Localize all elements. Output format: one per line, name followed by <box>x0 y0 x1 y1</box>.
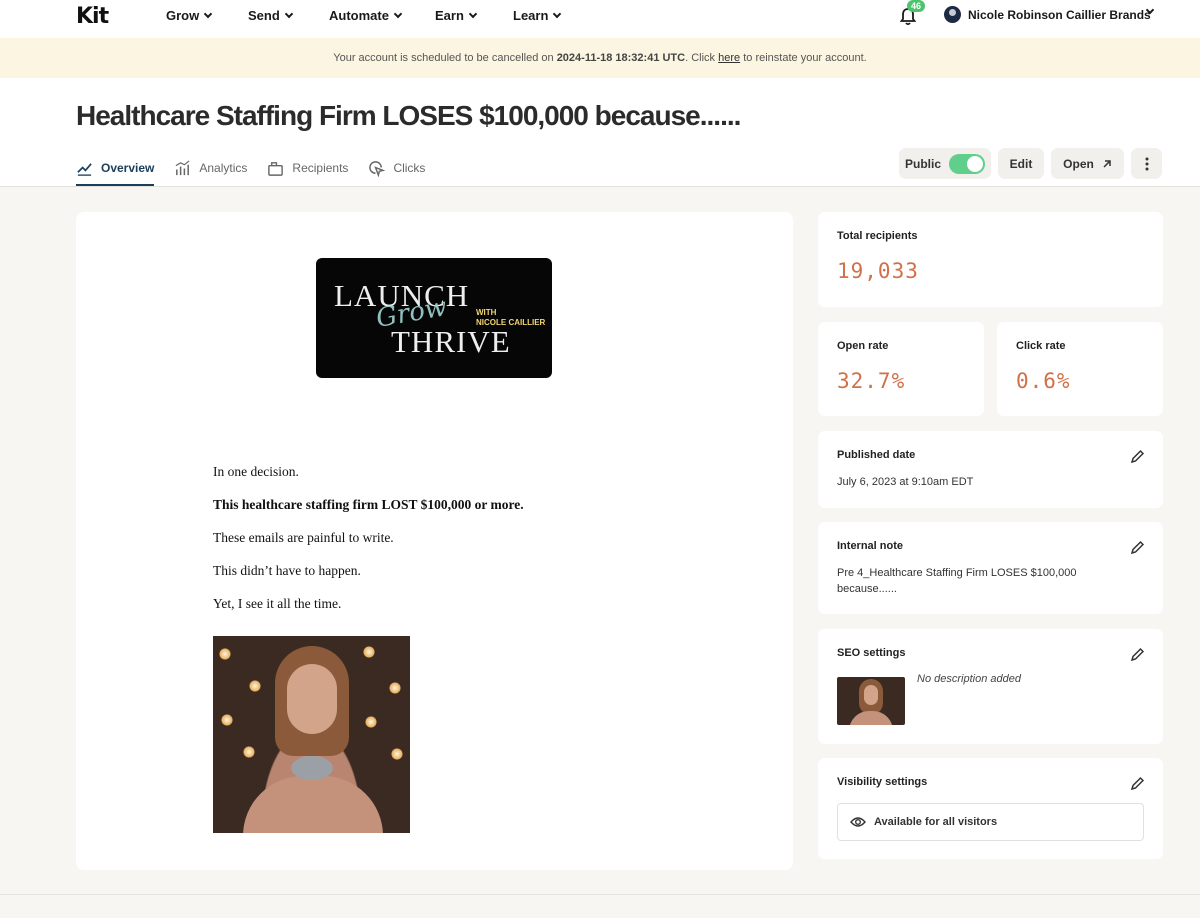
tab-overview[interactable]: Overview <box>76 158 155 186</box>
broadcast-header: Healthcare Staffing Firm LOSES $100,000 … <box>0 78 1200 187</box>
click-rate-label: Click rate <box>1016 340 1066 352</box>
nav-learn-label: Learn <box>513 8 549 23</box>
edit-label: Edit <box>1009 156 1033 171</box>
seo-settings-label: SEO settings <box>837 647 906 659</box>
nav-earn-label: Earn <box>435 8 464 23</box>
more-options-button[interactable] <box>1131 148 1162 179</box>
pencil-icon[interactable] <box>1130 540 1145 555</box>
banner-suffix: to reinstate your account. <box>743 52 867 64</box>
click-rate-value: 0.6% <box>1016 369 1071 393</box>
recipients-icon <box>268 161 284 176</box>
external-link-icon <box>1103 159 1111 168</box>
banner-date: 2024-11-18 18:32:41 UTC <box>556 52 686 64</box>
visibility-value: Available for all visitors <box>874 816 998 828</box>
cancellation-banner: Your account is scheduled to be cancelle… <box>0 38 1200 78</box>
avatar[interactable] <box>944 6 961 23</box>
internal-note-card: Internal note Pre 4_Healthcare Staffing … <box>818 522 1163 614</box>
chevron-down-icon <box>203 9 213 18</box>
total-recipients-label: Total recipients <box>837 230 918 242</box>
notification-badge: 46 <box>907 0 926 12</box>
chevron-down-icon <box>393 9 403 18</box>
tab-analytics-label: Analytics <box>199 161 248 175</box>
pencil-icon[interactable] <box>1130 647 1145 662</box>
chevron-down-icon <box>284 9 294 18</box>
seo-description: No description added <box>917 673 1021 685</box>
email-preview: LAUNCH Grow WITH NICOLE CAILLIER THRIVE I… <box>76 212 793 870</box>
email-line: Yet, I see it all the time. <box>213 596 342 611</box>
nav-automate-label: Automate <box>329 8 389 23</box>
tab-overview-label: Overview <box>101 161 155 175</box>
logo-thrive-text: THRIVE <box>391 324 511 359</box>
published-date-card: Published date July 6, 2023 at 9:10am ED… <box>818 431 1163 508</box>
pencil-icon[interactable] <box>1130 776 1145 791</box>
nav-earn[interactable]: Earn <box>435 8 478 23</box>
more-vertical-icon <box>1145 157 1148 170</box>
tabs: Overview Analytics Recipients Clicks <box>76 158 445 186</box>
chevron-down-icon <box>468 9 478 18</box>
visibility-settings-label: Visibility settings <box>837 776 928 788</box>
launch-grow-thrive-logo: LAUNCH Grow WITH NICOLE CAILLIER THRIVE <box>316 258 552 378</box>
visibility-settings-card: Visibility settings Available for all vi… <box>818 758 1163 859</box>
open-label: Open <box>1063 156 1094 171</box>
tab-clicks[interactable]: Clicks <box>368 158 425 186</box>
top-nav: Kit Grow Send Automate Earn Learn 46 Nic… <box>0 0 1200 38</box>
email-line: In one decision. <box>213 464 299 479</box>
nav-grow-label: Grow <box>166 8 200 23</box>
cursor-click-icon <box>369 160 386 177</box>
public-toggle[interactable]: Public <box>899 148 991 179</box>
click-rate-card: Click rate 0.6% <box>997 322 1163 416</box>
total-recipients-card: Total recipients 19,033 <box>818 212 1163 307</box>
nav-learn[interactable]: Learn <box>513 8 562 23</box>
footer-divider <box>0 894 1200 895</box>
tab-recipients-label: Recipients <box>292 161 349 175</box>
banner-middle: . Click <box>685 52 716 64</box>
banner-prefix: Your account is scheduled to be cancelle… <box>333 52 554 64</box>
tab-clicks-label: Clicks <box>393 161 426 175</box>
visibility-option[interactable]: Available for all visitors <box>837 803 1144 841</box>
tab-analytics[interactable]: Analytics <box>174 158 247 186</box>
nav-send[interactable]: Send <box>248 8 294 23</box>
seo-settings-card: SEO settings No description added <box>818 629 1163 744</box>
published-date-value: July 6, 2023 at 9:10am EDT <box>837 476 974 488</box>
logo-with-word: WITH <box>476 308 497 317</box>
total-recipients-value: 19,033 <box>837 259 919 283</box>
nav-send-label: Send <box>248 8 280 23</box>
open-rate-card: Open rate 32.7% <box>818 322 984 416</box>
internal-note-label: Internal note <box>837 540 904 552</box>
analytics-icon <box>175 160 190 175</box>
nav-grow[interactable]: Grow <box>166 8 213 23</box>
tab-recipients[interactable]: Recipients <box>267 158 348 186</box>
email-line-bold: This healthcare staffing firm LOST $100,… <box>213 497 524 512</box>
email-gif-image <box>213 636 410 833</box>
public-switch[interactable] <box>949 153 985 174</box>
open-rate-label: Open rate <box>837 340 889 352</box>
pencil-icon[interactable] <box>1130 449 1145 464</box>
open-button[interactable]: Open <box>1051 148 1124 179</box>
overview-icon <box>77 162 92 176</box>
nav-automate[interactable]: Automate <box>329 8 403 23</box>
user-name[interactable]: Nicole Robinson Caillier Brands <box>968 8 1151 22</box>
page-title: Healthcare Staffing Firm LOSES $100,000 … <box>76 100 741 131</box>
public-label: Public <box>904 156 941 171</box>
chevron-down-icon <box>553 9 562 18</box>
email-body: In one decision. This healthcare staffin… <box>213 464 693 629</box>
reinstate-link[interactable]: here <box>718 52 740 64</box>
email-line: This didn’t have to happen. <box>213 563 361 578</box>
open-rate-value: 32.7% <box>837 369 906 393</box>
email-line: These emails are painful to write. <box>213 530 394 545</box>
internal-note-value: Pre 4_Healthcare Staffing Firm LOSES $10… <box>837 567 1077 595</box>
eye-icon <box>850 817 866 827</box>
kit-logo[interactable]: Kit <box>76 4 109 29</box>
published-date-label: Published date <box>837 449 916 461</box>
seo-thumbnail <box>837 677 905 725</box>
edit-button[interactable]: Edit <box>998 148 1044 179</box>
